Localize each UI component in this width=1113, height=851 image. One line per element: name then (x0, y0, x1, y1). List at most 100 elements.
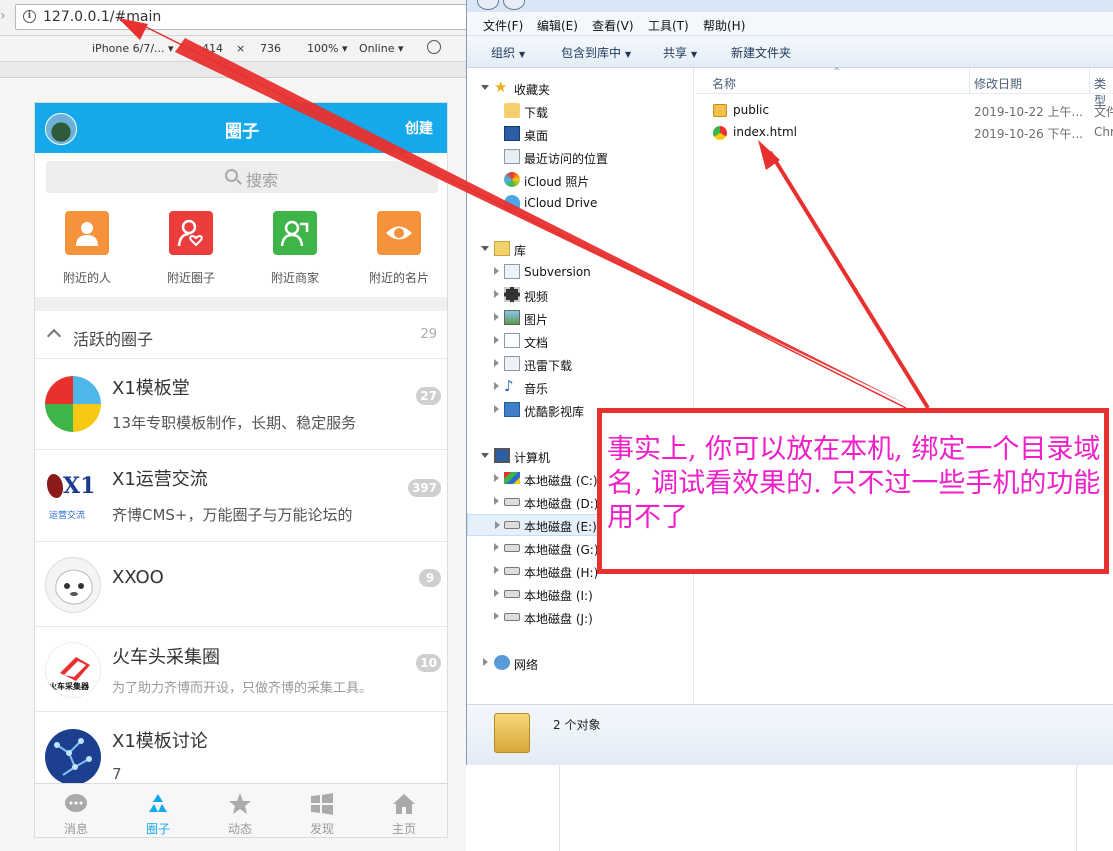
forward-button[interactable] (503, 0, 525, 10)
viewport-width[interactable]: 414 (202, 42, 223, 55)
circle-avatar: X1 运营交流 (45, 468, 101, 524)
column-name[interactable]: 名称 (712, 75, 736, 92)
nav-network[interactable]: 网络 (467, 652, 694, 674)
address-bar[interactable]: i 127.0.0.1/#main (15, 4, 475, 30)
ruler (0, 62, 470, 78)
zoom-select[interactable]: 100% ▾ (307, 42, 347, 55)
window-titlebar (467, 0, 1113, 12)
nav-videos[interactable]: 视频 (467, 284, 694, 306)
star-icon (229, 793, 251, 814)
tab-circles[interactable]: 圈子 (117, 784, 199, 837)
create-button[interactable]: 创建 (405, 118, 433, 138)
menu-file[interactable]: 文件(F) (483, 17, 523, 34)
nav-icloud-photos[interactable]: iCloud 照片 (467, 169, 694, 191)
organize-button[interactable]: 组织 ▼ (491, 44, 525, 61)
expand-arrow-icon[interactable] (494, 382, 499, 390)
rotate-icon[interactable] (427, 40, 441, 54)
expand-arrow-icon[interactable] (494, 290, 499, 298)
expand-arrow-icon[interactable] (494, 336, 499, 344)
info-icon[interactable]: i (23, 10, 36, 23)
list-item[interactable]: XXOO 9 (35, 543, 447, 627)
file-row[interactable]: public 2019-10-22 上午... 文件 (695, 100, 1113, 122)
active-circles-header[interactable]: 活跃的圈子 29 (35, 311, 447, 359)
nav-subversion[interactable]: Subversion (467, 261, 694, 283)
network-select[interactable]: Online ▾ (359, 42, 404, 55)
explorer-window: 文件(F) 编辑(E) 查看(V) 工具(T) 帮助(H) 组织 ▼ 包含到库中 ▼… (466, 0, 1113, 765)
tab-home[interactable]: 主页 (363, 784, 445, 837)
nav-thunder-downloads[interactable]: 迅雷下载 (467, 353, 694, 375)
section-gap (35, 297, 447, 311)
browser-toolbar: › i 127.0.0.1/#main (0, 0, 475, 36)
hard-drive-icon (504, 567, 520, 575)
expand-arrow-icon[interactable] (494, 543, 499, 551)
list-item[interactable]: X1 运营交流 X1运营交流 齐博CMS+，万能圈子与万能论坛的 397 (35, 451, 447, 542)
hard-drive-icon (504, 498, 520, 506)
address-url[interactable]: 127.0.0.1/#main (43, 9, 161, 25)
nav-drive-j[interactable]: 本地磁盘 (J:) (467, 606, 694, 628)
expand-arrow-icon[interactable] (494, 497, 499, 505)
recycle-icon (149, 794, 167, 812)
column-separator[interactable] (969, 68, 970, 94)
nav-documents[interactable]: 文档 (467, 330, 694, 352)
nav-drive-i[interactable]: 本地磁盘 (I:) (467, 583, 694, 605)
navigation-pane: ★ 收藏夹 下载 桌面 最近访问的位置 iCloud 照片 iCloud Dri… (467, 68, 694, 704)
include-in-library-button[interactable]: 包含到库中 ▼ (561, 44, 631, 61)
nav-music[interactable]: ♪ 音乐 (467, 376, 694, 398)
home-icon (393, 794, 415, 814)
file-row[interactable]: index.html 2019-10-26 下午... Chr (695, 122, 1113, 144)
forward-arrow-icon[interactable]: › (0, 6, 12, 26)
circle-desc: 13年专职模板制作，长期、稳定服务 (112, 414, 357, 432)
share-button[interactable]: 共享 ▼ (663, 44, 697, 61)
nav-favorites[interactable]: ★ 收藏夹 (467, 77, 694, 99)
tab-discover[interactable]: 发现 (281, 784, 363, 837)
nav-libraries[interactable]: 库 (467, 238, 694, 260)
search-placeholder: 搜索 (246, 171, 279, 190)
nav-icloud-drive[interactable]: iCloud Drive (467, 192, 694, 214)
list-item[interactable]: X1模板堂 13年专职模板制作，长期、稳定服务 27 (35, 359, 447, 450)
bottom-tabbar: 消息 圈子 动态 发现 主页 (35, 783, 447, 837)
list-item[interactable]: 火车采集器 火车头采集圈 为了助力齐博而开设，只做齐博的采集工具。 10 (35, 628, 447, 712)
quick-entries: 附近的人 附近圈子 附近商家 附近的名片 (35, 197, 447, 297)
nav-downloads[interactable]: 下载 (467, 100, 694, 122)
new-folder-button[interactable]: 新建文件夹 (731, 44, 791, 61)
column-date[interactable]: 修改日期 (974, 75, 1022, 92)
viewport-height[interactable]: 736 (260, 42, 281, 55)
nav-recent-places[interactable]: 最近访问的位置 (467, 146, 694, 168)
expand-arrow-icon[interactable] (481, 246, 489, 255)
device-select[interactable]: iPhone 6/7/... ▾ (92, 42, 174, 55)
menu-tools[interactable]: 工具(T) (648, 17, 689, 34)
expand-arrow-icon[interactable] (494, 267, 499, 275)
expand-arrow-icon[interactable] (494, 405, 499, 413)
menu-help[interactable]: 帮助(H) (703, 17, 745, 34)
menu-edit[interactable]: 编辑(E) (537, 17, 578, 34)
section-title: 活跃的圈子 (73, 330, 154, 349)
expand-arrow-icon[interactable] (483, 658, 488, 666)
nav-desktop[interactable]: 桌面 (467, 123, 694, 145)
tab-feed[interactable]: 动态 (199, 784, 281, 837)
quick-nearby-merchants[interactable]: 附近商家 (243, 211, 347, 291)
quick-nearby-circles[interactable]: 附近圈子 (139, 211, 243, 291)
column-separator[interactable] (1089, 68, 1090, 94)
search-icon (225, 169, 238, 182)
quick-nearby-cards[interactable]: 附近的名片 (347, 211, 447, 291)
back-button[interactable] (477, 0, 499, 10)
eye-icon (377, 211, 421, 255)
menu-view[interactable]: 查看(V) (592, 17, 634, 34)
quick-nearby-people[interactable]: 附近的人 (35, 211, 139, 291)
expand-arrow-icon[interactable] (494, 566, 499, 574)
document-library-icon (504, 264, 520, 279)
expand-arrow-icon[interactable] (494, 359, 499, 367)
expand-arrow-icon[interactable] (481, 453, 489, 462)
expand-arrow-icon[interactable] (494, 612, 499, 620)
expand-arrow-icon[interactable] (494, 474, 499, 482)
search-input[interactable]: 搜索 (46, 161, 438, 193)
list-item[interactable]: X1模板讨论 7 (35, 713, 447, 793)
count-badge: 10 (416, 654, 441, 672)
star-icon: ★ (494, 78, 508, 96)
expand-arrow-icon[interactable] (494, 589, 499, 597)
expand-arrow-icon[interactable] (494, 313, 499, 321)
expand-arrow-icon[interactable] (481, 85, 489, 94)
nav-pictures[interactable]: 图片 (467, 307, 694, 329)
tab-messages[interactable]: 消息 (35, 784, 117, 837)
expand-arrow-icon[interactable] (495, 521, 500, 529)
